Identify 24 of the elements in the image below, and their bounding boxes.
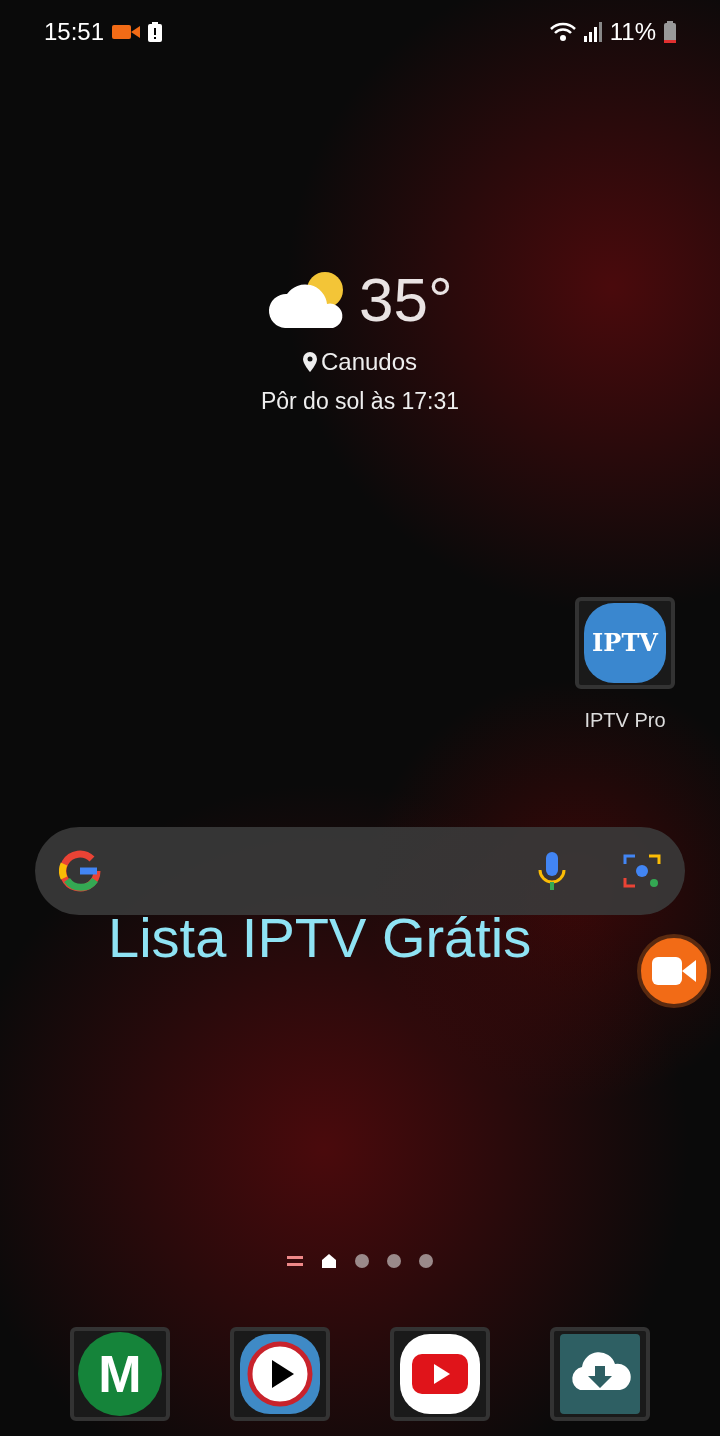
caption-overlay: Lista IPTV Grátis [108,905,532,971]
wifi-icon [549,22,576,42]
google-logo-icon [59,849,101,892]
battery-percentage: 11% [609,17,656,47]
battery-alert-icon [148,22,163,42]
battery-icon [664,21,676,43]
video-camera-icon [652,957,696,985]
sunset-time: Pôr do sol às 17:31 [260,387,460,416]
app-icon[interactable]: IPTV [575,596,675,689]
signal-icon [583,22,602,42]
video-camera-icon [112,23,141,41]
temperature: 35° [359,269,453,331]
app-icon-text: IPTV [592,626,658,659]
microphone-icon[interactable] [537,849,567,892]
cloud-download-app-icon[interactable] [558,1331,642,1416]
status-time: 15:51 [44,17,105,47]
app-label: IPTV Pro [584,707,666,733]
play-app-icon[interactable] [238,1331,322,1416]
location-pin-icon [302,352,317,372]
app-icon[interactable]: M [78,1331,162,1416]
app-list-icon[interactable] [287,1253,303,1268]
video-play-app-icon[interactable] [398,1331,482,1416]
home-page-indicator[interactable] [321,1252,337,1269]
weather-location: Canudos [320,347,418,377]
